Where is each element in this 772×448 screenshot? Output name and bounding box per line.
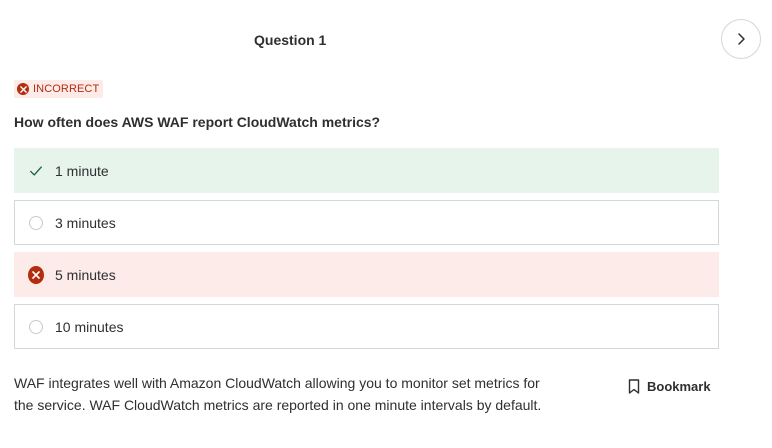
chevron-right-icon	[738, 33, 745, 45]
radio-icon[interactable]	[29, 215, 43, 230]
answer-option-1[interactable]: 1 minute	[14, 148, 719, 193]
bookmark-icon	[628, 379, 640, 394]
x-circle-icon	[28, 265, 44, 284]
radio-marker	[28, 215, 44, 231]
status-label: INCORRECT	[33, 83, 100, 95]
answer-option-label: 1 minute	[55, 162, 109, 179]
answer-option-label: 10 minutes	[55, 318, 124, 335]
status-badge: INCORRECT	[14, 80, 104, 98]
next-question-button[interactable]	[721, 19, 761, 59]
x-circle-icon	[17, 83, 29, 95]
answer-option-3[interactable]: 5 minutes	[14, 252, 719, 297]
radio-icon[interactable]	[29, 319, 43, 334]
answer-option-label: 3 minutes	[55, 214, 116, 231]
bookmark-label: Bookmark	[647, 379, 711, 394]
answer-option-2[interactable]: 3 minutes	[14, 200, 719, 245]
explanation-text: WAF integrates well with Amazon CloudWat…	[14, 375, 542, 413]
answer-option-4[interactable]: 10 minutes	[14, 304, 719, 349]
bookmark-button[interactable]: Bookmark	[628, 379, 711, 394]
radio-marker	[28, 319, 44, 335]
answer-option-label: 5 minutes	[55, 266, 116, 283]
answer-options: 1 minute 3 minutes 5 minutes 10 minutes	[14, 148, 719, 356]
question-title: Question 1	[254, 32, 327, 48]
check-icon	[28, 163, 44, 179]
question-text: How often does AWS WAF report CloudWatch…	[14, 114, 381, 130]
incorrect-marker	[28, 265, 44, 284]
